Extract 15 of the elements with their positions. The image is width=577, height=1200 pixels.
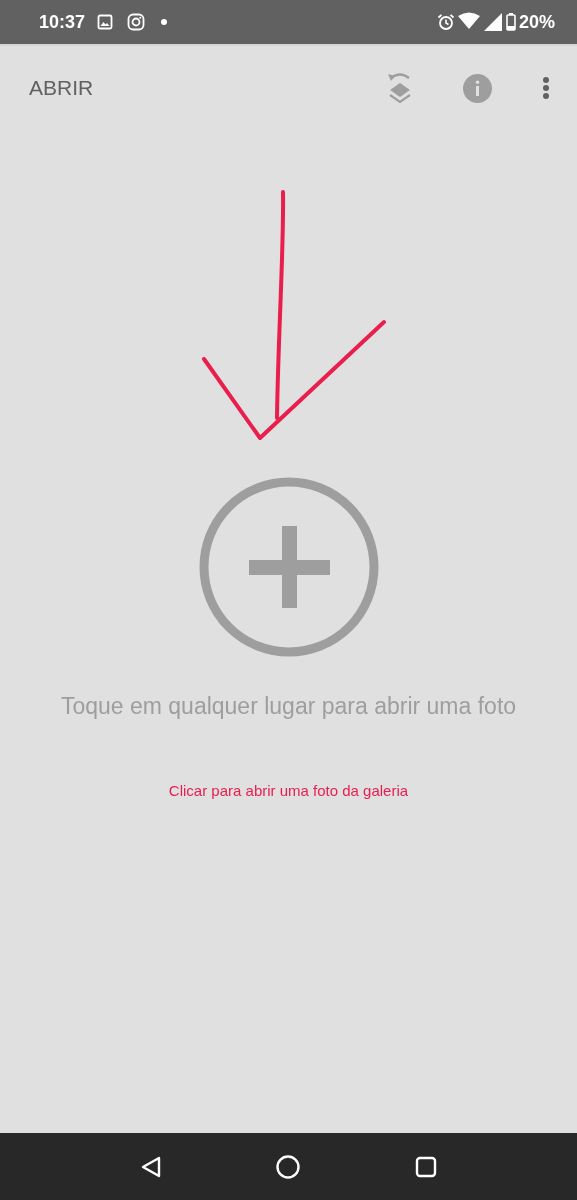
clock: 10:37 xyxy=(39,11,86,33)
gallery-link[interactable]: Clicar para abrir uma foto da galeria xyxy=(168,782,409,799)
home-icon[interactable] xyxy=(275,1154,300,1179)
screen-title: ABRIR xyxy=(29,76,94,100)
image-icon xyxy=(97,14,114,30)
signal-icon xyxy=(482,13,503,31)
open-photo-prompt: Toque em qualquer lugar para abrir uma foto xyxy=(60,693,517,720)
more-options-icon[interactable] xyxy=(542,76,550,100)
battery-percentage: 20% xyxy=(518,11,555,33)
back-icon[interactable] xyxy=(140,1155,161,1178)
camera-icon xyxy=(127,13,146,31)
battery-icon xyxy=(505,13,516,31)
alarm-icon xyxy=(436,13,455,31)
notification-dot-icon xyxy=(161,19,168,25)
recents-icon[interactable] xyxy=(414,1155,437,1178)
